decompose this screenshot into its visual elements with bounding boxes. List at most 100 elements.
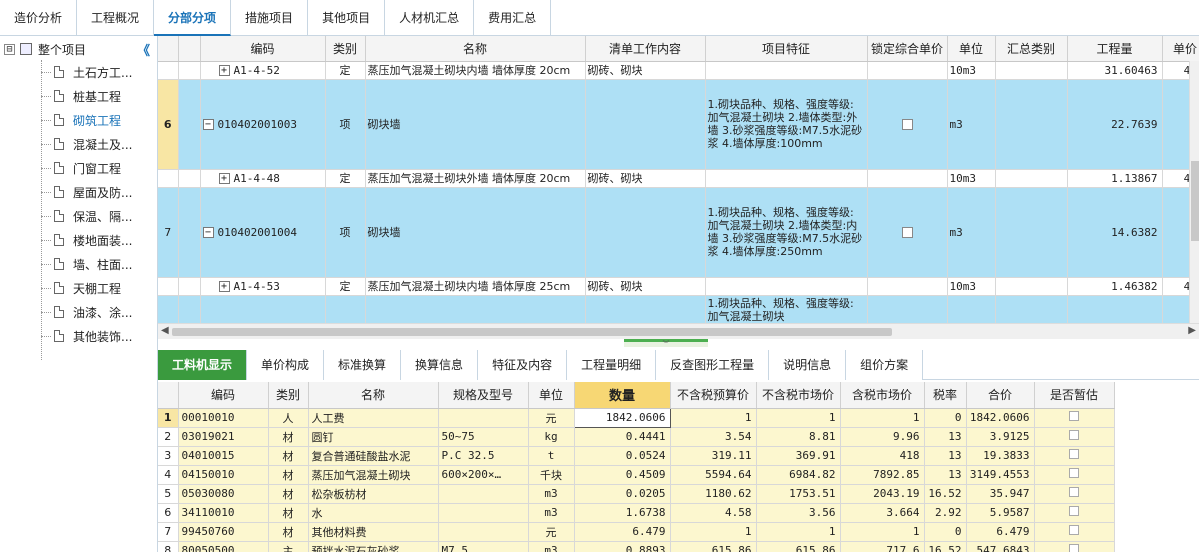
resource-cell-11[interactable]: 6.479 — [966, 522, 1035, 542]
table-row[interactable]: 1.砌块品种、规格、强度等级:加气混凝土砌块 — [158, 295, 1199, 326]
quantity-cell[interactable] — [1067, 295, 1163, 326]
resource-cell-1[interactable]: 03019021 — [178, 427, 269, 447]
resource-cell-8[interactable]: 1 — [756, 408, 841, 428]
top-tab-1[interactable]: 工程概况 — [77, 0, 155, 36]
resource-cell-6[interactable]: 0.4441 — [574, 427, 671, 447]
resource-cell-7[interactable]: 319.11 — [670, 446, 757, 466]
lock-price-cell[interactable] — [867, 187, 948, 278]
code-cell[interactable]: −010402001004 — [200, 187, 326, 278]
tree-item-3[interactable]: 混凝土及... — [41, 132, 132, 156]
top-tab-0[interactable]: 造价分析 — [0, 0, 78, 36]
feature-cell[interactable] — [705, 277, 868, 296]
table-row[interactable]: 7−010402001004 项砌块墙 1.砌块品种、规格、强度等级:加气混凝土砌块… — [158, 187, 1199, 278]
pane-splitter[interactable]: ︾ — [624, 339, 708, 348]
summary-category-cell[interactable] — [995, 277, 1068, 296]
category-cell[interactable]: 项 — [325, 187, 366, 278]
detail-tab-6[interactable]: 反查图形工程量 — [656, 350, 770, 380]
tree-item-5[interactable]: 屋面及防... — [41, 180, 132, 204]
detail-tab-2[interactable]: 标准换算 — [324, 350, 402, 380]
resource-cell-7[interactable]: 615.86 — [670, 541, 757, 552]
unit-cell[interactable]: m3 — [947, 79, 996, 170]
resource-cell-7[interactable]: 4.58 — [670, 503, 757, 523]
resource-cell-8[interactable]: 369.91 — [756, 446, 841, 466]
category-cell[interactable]: 项 — [325, 79, 366, 170]
expand-icon[interactable]: + — [218, 173, 230, 184]
resource-cell-5[interactable]: 千块 — [528, 465, 575, 485]
resource-cell-2[interactable]: 材 — [268, 484, 309, 504]
resource-cell-6[interactable]: 1.6738 — [574, 503, 671, 523]
name-cell[interactable]: 砌块墙 — [365, 187, 586, 278]
work-content-cell[interactable]: 砌砖、砌块 — [585, 277, 706, 296]
table-row[interactable]: + A1-4-53 定蒸压加气混凝土砌块内墙 墙体厚度 25cm 砌砖、砌块 10m3 1… — [158, 277, 1199, 296]
resource-cell-3[interactable]: 松杂板枋材 — [308, 484, 439, 504]
resource-cell-2[interactable]: 材 — [268, 465, 309, 485]
lock-price-checkbox[interactable] — [901, 119, 913, 130]
resource-cell-10[interactable]: 13 — [924, 427, 967, 447]
resource-cell-10[interactable]: 2.92 — [924, 503, 967, 523]
estimate-checkbox[interactable] — [1069, 411, 1079, 421]
estimate-checkbox[interactable] — [1069, 506, 1079, 516]
tree-item-0[interactable]: 土石方工... — [41, 60, 132, 84]
resource-row[interactable]: 1 00010010 人人工费元 1842.0606 1 1 1 0 1842.0606 — [158, 407, 1115, 428]
resource-cell-3[interactable]: 水 — [308, 503, 439, 523]
resource-cell-2[interactable]: 材 — [268, 522, 309, 542]
estimate-cell[interactable] — [1034, 446, 1115, 466]
unit-cell[interactable]: 10m3 — [947, 169, 996, 188]
resource-cell-8[interactable]: 3.56 — [756, 503, 841, 523]
resource-cell-6[interactable]: 0.0205 — [574, 484, 671, 504]
lower-col-header[interactable]: 名称 — [308, 382, 439, 409]
quantity-cell[interactable]: 1.46382 — [1067, 277, 1163, 296]
category-cell[interactable]: 定 — [325, 61, 366, 80]
resource-cell-4[interactable] — [438, 408, 529, 428]
resource-cell-1[interactable]: 34110010 — [178, 503, 269, 523]
lock-price-cell[interactable] — [867, 79, 948, 170]
feature-cell[interactable]: 1.砌块品种、规格、强度等级:加气混凝土砌块 2.墙体类型:外墙 3.砂浆强度等… — [705, 79, 868, 170]
estimate-checkbox[interactable] — [1069, 430, 1079, 440]
feature-cell[interactable] — [705, 61, 868, 80]
estimate-cell[interactable] — [1034, 465, 1115, 485]
resource-cell-11[interactable]: 5.9587 — [966, 503, 1035, 523]
resource-cell-4[interactable] — [438, 484, 529, 504]
resource-cell-5[interactable]: m3 — [528, 541, 575, 552]
resource-cell-4[interactable]: P.C 32.5 — [438, 446, 529, 466]
estimate-checkbox[interactable] — [1069, 487, 1079, 497]
resource-cell-4[interactable]: M7.5 — [438, 541, 529, 552]
upper-col-header[interactable]: 编码 — [200, 36, 326, 62]
unit-cell[interactable]: 10m3 — [947, 277, 996, 296]
resource-cell-1[interactable]: 80050500 — [178, 541, 269, 552]
lower-col-header[interactable]: 含税市场价 — [840, 382, 925, 409]
resource-cell-11[interactable]: 3149.4553 — [966, 465, 1035, 485]
resource-cell-11[interactable]: 35.947 — [966, 484, 1035, 504]
category-cell[interactable]: 定 — [325, 169, 366, 188]
resource-cell-5[interactable]: m3 — [528, 484, 575, 504]
resource-cell-6[interactable]: 0.0524 — [574, 446, 671, 466]
work-content-cell[interactable] — [585, 295, 706, 326]
summary-category-cell[interactable] — [995, 79, 1068, 170]
upper-col-header[interactable]: 锁定综合单价 — [867, 36, 948, 62]
estimate-checkbox[interactable] — [1069, 525, 1079, 535]
resource-cell-1[interactable]: 04010015 — [178, 446, 269, 466]
resource-cell-5[interactable]: 元 — [528, 522, 575, 542]
top-tab-4[interactable]: 其他项目 — [308, 0, 386, 36]
tree-item-8[interactable]: 墙、柱面... — [41, 252, 132, 276]
quantity-cell[interactable]: 1.13867 — [1067, 169, 1163, 188]
resource-cell-3[interactable]: 蒸压加气混凝土砌块 — [308, 465, 439, 485]
detail-tab-1[interactable]: 单价构成 — [247, 350, 325, 380]
resource-cell-11[interactable]: 3.9125 — [966, 427, 1035, 447]
resource-cell-7[interactable]: 3.54 — [670, 427, 757, 447]
resource-cell-9[interactable]: 1 — [840, 522, 925, 542]
scroll-left-icon[interactable]: ◀ — [161, 325, 169, 336]
horizontal-scrollbar[interactable]: ◀ ▶ — [158, 323, 1199, 339]
resource-cell-7[interactable]: 1 — [670, 408, 757, 428]
name-cell[interactable]: 砌块墙 — [365, 79, 586, 170]
estimate-cell[interactable] — [1034, 541, 1115, 552]
lower-col-header[interactable] — [158, 382, 179, 409]
estimate-checkbox[interactable] — [1069, 468, 1079, 478]
estimate-checkbox[interactable] — [1069, 449, 1079, 459]
unit-cell[interactable]: 10m3 — [947, 61, 996, 80]
lower-col-header[interactable]: 是否暂估 — [1034, 382, 1115, 409]
detail-tab-0[interactable]: 工料机显示 — [158, 350, 248, 380]
upper-col-header[interactable] — [178, 36, 201, 62]
lower-col-header[interactable]: 编码 — [178, 382, 269, 409]
detail-tab-3[interactable]: 换算信息 — [401, 350, 479, 380]
